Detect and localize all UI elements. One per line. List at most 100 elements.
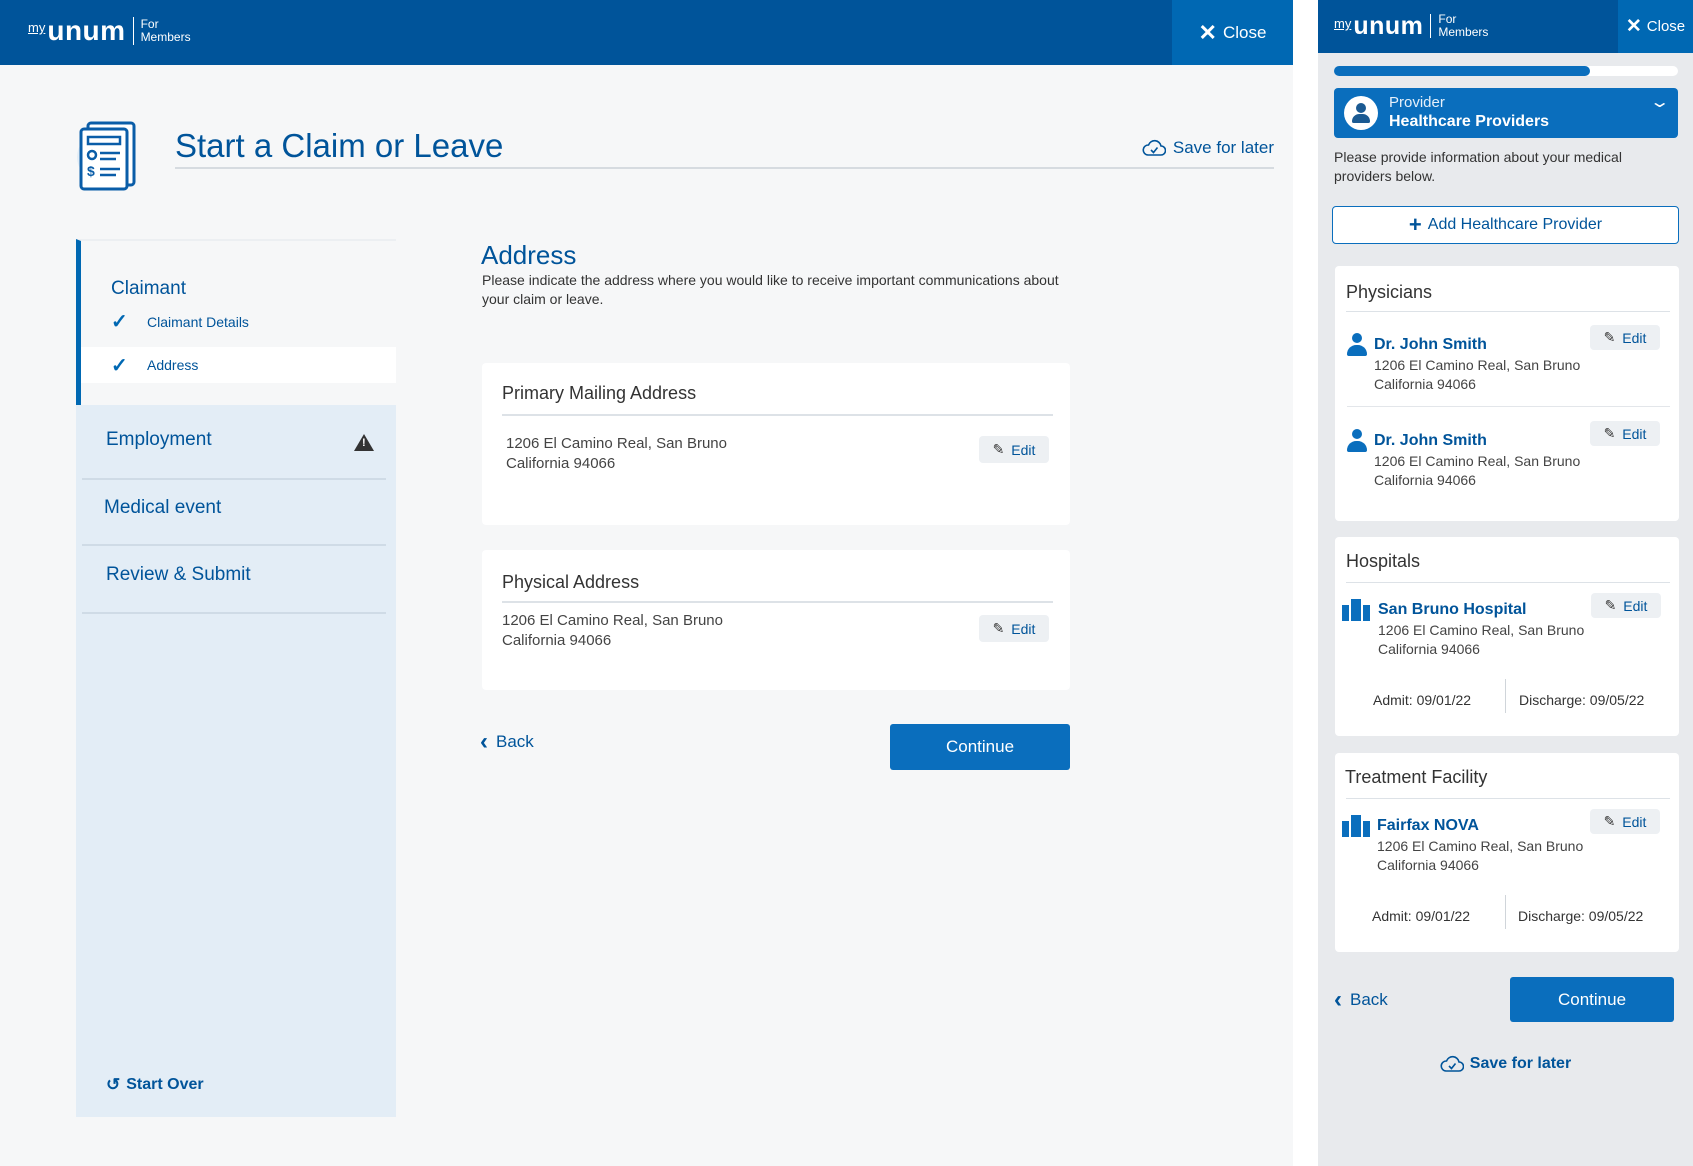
progress-fill — [1334, 66, 1591, 76]
edit-provider-button[interactable]: ✎ Edit — [1590, 809, 1660, 834]
chevron-left-icon: ‹ — [480, 728, 488, 755]
logo-my: my — [28, 20, 46, 35]
physical-address-card: Physical Address 1206 El Camino Real, Sa… — [482, 550, 1070, 690]
close-icon: ✕ — [1625, 16, 1642, 37]
card-divider — [1346, 311, 1670, 312]
admit-date: Admit: 09/01/22 — [1373, 692, 1472, 708]
back-label: Back — [1350, 990, 1388, 1009]
edit-provider-button[interactable]: ✎ Edit — [1590, 421, 1660, 446]
admit-date: Admit: 09/01/22 — [1372, 908, 1471, 924]
address-line2: California 94066 — [502, 632, 612, 649]
physician-entry: Dr. John Smith 1206 El Camino Real, San … — [1335, 323, 1679, 411]
logo-tagline-line2: Members — [140, 30, 191, 44]
page-title: Start a Claim or Leave — [175, 127, 504, 164]
logo-brand: unum — [47, 15, 126, 46]
edit-label: Edit — [1622, 425, 1647, 442]
close-button[interactable]: ✕ Close — [1618, 0, 1693, 53]
edit-mailing-address-button[interactable]: ✎ Edit — [979, 436, 1049, 463]
address-line2: California 94066 — [1374, 376, 1476, 392]
edit-provider-button[interactable]: ✎ Edit — [1591, 593, 1661, 618]
pencil-icon: ✎ — [1603, 425, 1616, 441]
card-divider — [502, 414, 1053, 416]
sidebar-claimant-heading[interactable]: Claimant — [111, 278, 186, 300]
sidebar-section-claimant: Claimant ✓ Claimant Details ✓ Address — [76, 239, 396, 405]
card-divider — [502, 601, 1053, 603]
edit-label: Edit — [1011, 441, 1036, 458]
provider-address: 1206 El Camino Real, San Bruno Californi… — [1374, 356, 1580, 394]
sidebar-item-review-submit[interactable]: Review & Submit — [82, 564, 386, 614]
provider-name[interactable]: Fairfax NOVA — [1377, 817, 1479, 835]
title-divider — [175, 167, 1274, 169]
card-title: Treatment Facility — [1345, 767, 1488, 787]
save-for-later-label: Save for later — [1469, 1055, 1572, 1072]
edit-physical-address-button[interactable]: ✎ Edit — [979, 615, 1049, 642]
mobile-view: my unum For Members ✕ Close Provider Hea… — [1318, 0, 1693, 1166]
address-line2: California 94066 — [1374, 472, 1476, 488]
sidebar-item-label: Medical event — [104, 497, 222, 518]
back-link[interactable]: ‹ Back — [480, 730, 534, 754]
sidebar-item-claimant-details[interactable]: ✓ Claimant Details — [111, 309, 249, 334]
address-line1: 1206 El Camino Real, San Bruno — [1377, 838, 1584, 854]
close-button[interactable]: ✕ Close — [1172, 0, 1293, 65]
edit-label: Edit — [1623, 597, 1648, 614]
physician-entry: Dr. John Smith 1206 El Camino Real, San … — [1335, 419, 1679, 507]
current-step-dropdown[interactable]: Provider Healthcare Providers ⌄ — [1334, 88, 1678, 138]
address-line2: California 94066 — [1378, 641, 1480, 657]
logo-divider — [132, 17, 134, 45]
add-provider-label: Add Healthcare Provider — [1427, 216, 1603, 233]
save-for-later-link[interactable]: Save for later — [1142, 138, 1274, 158]
cloud-save-icon — [1440, 1055, 1464, 1072]
save-for-later-link[interactable]: Save for later — [1318, 1055, 1693, 1073]
cloud-save-icon — [1142, 139, 1166, 156]
pencil-icon: ✎ — [1604, 597, 1617, 613]
edit-provider-button[interactable]: ✎ Edit — [1590, 325, 1660, 350]
address-line2: California 94066 — [1377, 857, 1479, 873]
provider-name[interactable]: San Bruno Hospital — [1378, 601, 1526, 619]
discharge-date: Discharge: 09/05/22 — [1518, 908, 1644, 924]
logo-tagline-line2: Members — [1438, 25, 1489, 39]
card-title: Physicians — [1346, 282, 1433, 302]
sidebar-item-employment[interactable]: Employment — [82, 429, 386, 480]
card-divider — [1346, 582, 1670, 583]
restart-icon: ↺ — [106, 1075, 121, 1094]
provider-name[interactable]: Dr. John Smith — [1374, 432, 1487, 450]
step-label: Provider — [1389, 94, 1445, 111]
provider-address: 1206 El Camino Real, San Bruno Californi… — [1374, 452, 1580, 490]
start-over-link[interactable]: ↺ Start Over — [106, 1075, 204, 1095]
back-link[interactable]: ‹ Back — [1334, 988, 1388, 1012]
logo-tagline-line1: For — [140, 17, 159, 31]
chevron-left-icon: ‹ — [1334, 986, 1342, 1013]
logo-tagline: For Members — [1438, 13, 1488, 39]
sidebar-item-label: Claimant Details — [147, 313, 249, 330]
sidebar-item-label: Employment — [106, 429, 212, 450]
app-header: my unum For Members ✕ Close — [0, 0, 1293, 65]
card-title: Physical Address — [502, 572, 640, 592]
unum-logo[interactable]: my unum For Members — [28, 17, 191, 45]
continue-button[interactable]: Continue — [1510, 977, 1674, 1022]
sidebar-item-label: Review & Submit — [106, 564, 251, 585]
dates-divider — [1505, 895, 1506, 929]
physicians-card: Physicians Dr. John Smith 1206 El Camino… — [1335, 266, 1679, 521]
provider-address: 1206 El Camino Real, San Bruno Californi… — [1377, 837, 1583, 875]
address-line1: 1206 El Camino Real, San Bruno — [1374, 357, 1581, 373]
treatment-facility-card: Treatment Facility Fairfax NOVA 1206 El … — [1335, 753, 1679, 952]
dates-divider — [1505, 679, 1506, 713]
unum-logo[interactable]: my unum For Members — [1334, 13, 1488, 39]
edit-label: Edit — [1622, 329, 1647, 346]
address-line1: 1206 El Camino Real, San Bruno — [1374, 453, 1581, 469]
sidebar-item-medical-event[interactable]: Medical event — [82, 497, 386, 546]
close-icon: ✕ — [1198, 19, 1217, 45]
physician-icon — [1347, 429, 1367, 453]
provider-name[interactable]: Dr. John Smith — [1374, 336, 1487, 354]
physician-icon — [1347, 333, 1367, 357]
svg-text:$: $ — [87, 163, 95, 179]
section-heading: Address — [481, 240, 577, 270]
sidebar-item-address[interactable]: ✓ Address — [81, 347, 396, 383]
address-line1: 1206 El Camino Real, San Bruno — [1378, 622, 1585, 638]
mobile-app-header: my unum For Members ✕ Close — [1318, 0, 1693, 53]
logo-tagline: For Members — [141, 18, 191, 44]
edit-label: Edit — [1622, 813, 1647, 830]
hospital-icon — [1342, 599, 1370, 621]
add-healthcare-provider-button[interactable]: + Add Healthcare Provider — [1332, 206, 1679, 244]
continue-button[interactable]: Continue — [890, 724, 1070, 770]
